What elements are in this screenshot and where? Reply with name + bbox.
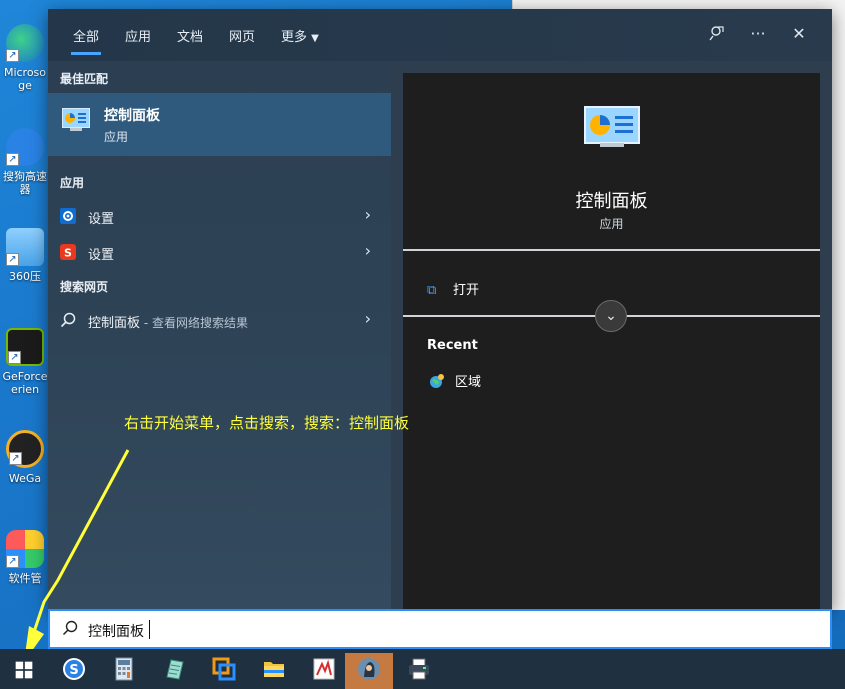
shortcut-arrow-icon: ↗ [6, 153, 19, 166]
desktop-icon-label: GeForce erien [2, 370, 48, 396]
search-icon [60, 312, 76, 328]
chevron-down-icon: ⌄ [605, 308, 617, 324]
annotation-text: 右击开始菜单，点击搜索，搜索：控制面板 [124, 414, 410, 432]
results-pane: 最佳匹配 控制面板 应用 应用 设置 › S 设置 › 搜索网页 控制面板 - … [48, 61, 391, 609]
desktop-icon-sogou[interactable]: ↗ 搜狗高速 器 [0, 128, 50, 196]
search-input[interactable]: 控制面板 [48, 609, 832, 649]
open-label: 打开 [453, 283, 480, 298]
taskbar-wps-app[interactable] [300, 653, 348, 689]
printer-icon [409, 658, 429, 680]
taskbar-notes-app[interactable] [150, 653, 198, 689]
taskbar-sogou-browser[interactable]: S [50, 653, 98, 689]
svg-text:S: S [69, 663, 78, 678]
feedback-icon[interactable] [706, 24, 726, 44]
web-result-label: 控制面板 [88, 316, 141, 331]
search-value: 控制面板 [88, 624, 144, 640]
preview-subtitle: 应用 [599, 217, 624, 231]
taskbar-active-app[interactable] [345, 653, 393, 689]
tab-apps[interactable]: 应用 [125, 26, 151, 45]
sogou-browser-icon: ↗ [6, 128, 44, 166]
edge-icon: ↗ [6, 24, 44, 62]
open-action[interactable]: ⧉ 打开 [427, 279, 479, 298]
search-icon [62, 620, 78, 636]
settings-gear-icon [60, 208, 76, 224]
divider [403, 249, 820, 251]
app-result-label: 设置 [88, 248, 115, 263]
chevron-right-icon[interactable]: › [365, 241, 371, 260]
best-match-subtitle: 应用 [104, 130, 129, 144]
recent-item-region[interactable]: 区域 [427, 371, 481, 390]
windows-logo-icon [15, 661, 33, 679]
desktop-icon-software-manager[interactable]: ↗ 软件管 [0, 530, 50, 585]
apps-heading: 应用 [60, 176, 85, 190]
recent-heading: Recent [427, 338, 478, 353]
shortcut-arrow-icon: ↗ [6, 49, 19, 62]
chevron-right-icon[interactable]: › [365, 309, 371, 328]
svg-text:S: S [64, 247, 72, 260]
recent-item-label: 区域 [455, 375, 482, 390]
shortcut-arrow-icon: ↗ [8, 351, 21, 364]
web-search-result[interactable]: 控制面板 - 查看网络搜索结果 › [48, 303, 391, 337]
folder-icon [264, 662, 284, 677]
start-button[interactable] [0, 653, 48, 689]
app-result-label: 设置 [88, 212, 115, 227]
web-result-hint: - 查看网络搜索结果 [140, 316, 248, 330]
shortcut-arrow-icon: ↗ [9, 452, 22, 465]
chevron-right-icon[interactable]: › [365, 205, 371, 224]
desktop-icon-label: Microso ge [3, 66, 47, 92]
best-match-heading: 最佳匹配 [60, 72, 109, 86]
shortcut-arrow-icon: ↗ [6, 253, 19, 266]
taskbar: S [0, 649, 845, 689]
preview-title: 控制面板 [575, 191, 648, 212]
desktop-icon-label: 软件管 [8, 572, 42, 585]
start-menu-search-panel: 全部 应用 文档 网页 更多 ▼ ··· ✕ 最佳匹配 控制面板 应用 应用 设… [48, 9, 832, 609]
best-match-title: 控制面板 [104, 108, 160, 124]
region-globe-icon [430, 374, 444, 388]
sogou-browser-icon: S [63, 658, 85, 680]
shortcut-arrow-icon: ↗ [6, 555, 19, 568]
taskbar-file-explorer[interactable] [250, 653, 298, 689]
web-heading: 搜索网页 [60, 280, 109, 294]
notes-icon [166, 659, 184, 680]
tab-more[interactable]: 更多 ▼ [281, 26, 319, 45]
360-zip-icon: ↗ [6, 228, 44, 266]
best-match-item[interactable]: 控制面板 应用 [48, 93, 391, 156]
desktop-icon-edge[interactable]: ↗ Microso ge [0, 24, 50, 92]
wegame-icon: ↗ [6, 430, 44, 468]
desktop-icon-label: WeGa [8, 472, 42, 485]
app-result-settings[interactable]: 设置 › [48, 199, 391, 233]
preview-pane: 控制面板 应用 ⧉ 打开 ⌄ Recent 区域 [391, 61, 832, 609]
text-caret [149, 620, 150, 639]
software-manager-icon: ↗ [6, 530, 44, 568]
control-panel-large-icon [584, 106, 640, 147]
open-icon: ⧉ [427, 283, 437, 298]
sogou-settings-icon: S [60, 244, 76, 260]
taskbar-remote-app[interactable] [200, 653, 248, 689]
wps-icon [313, 658, 335, 680]
tab-documents[interactable]: 文档 [177, 26, 203, 45]
more-options-icon[interactable]: ··· [748, 24, 768, 44]
taskbar-printer[interactable] [395, 653, 443, 689]
app-avatar-icon [358, 658, 380, 680]
calculator-icon [115, 657, 133, 681]
tab-all[interactable]: 全部 [70, 26, 102, 55]
desktop-icon-wegame[interactable]: ↗ WeGa [0, 430, 50, 485]
control-panel-icon [62, 108, 90, 131]
taskbar-calculator[interactable] [100, 653, 148, 689]
close-icon[interactable]: ✕ [789, 24, 809, 44]
desktop-icon-label: 搜狗高速 器 [3, 170, 47, 196]
desktop-icon-360zip[interactable]: ↗ 360压 [0, 228, 50, 283]
nvidia-icon: ↗ [6, 328, 44, 366]
preview-card: 控制面板 应用 ⧉ 打开 ⌄ Recent 区域 [403, 73, 820, 609]
expand-button[interactable]: ⌄ [595, 300, 627, 332]
search-filter-bar: 全部 应用 文档 网页 更多 ▼ ··· ✕ [48, 9, 832, 61]
remote-desktop-icon [212, 657, 236, 681]
desktop-icon-geforce[interactable]: ↗ GeForce erien [0, 328, 50, 396]
chevron-down-icon: ▼ [311, 33, 319, 44]
tab-web[interactable]: 网页 [229, 26, 255, 45]
app-result-sogou-settings[interactable]: S 设置 › [48, 235, 391, 269]
desktop-icon-label: 360压 [9, 270, 41, 283]
tab-more-label: 更多 [281, 30, 308, 45]
